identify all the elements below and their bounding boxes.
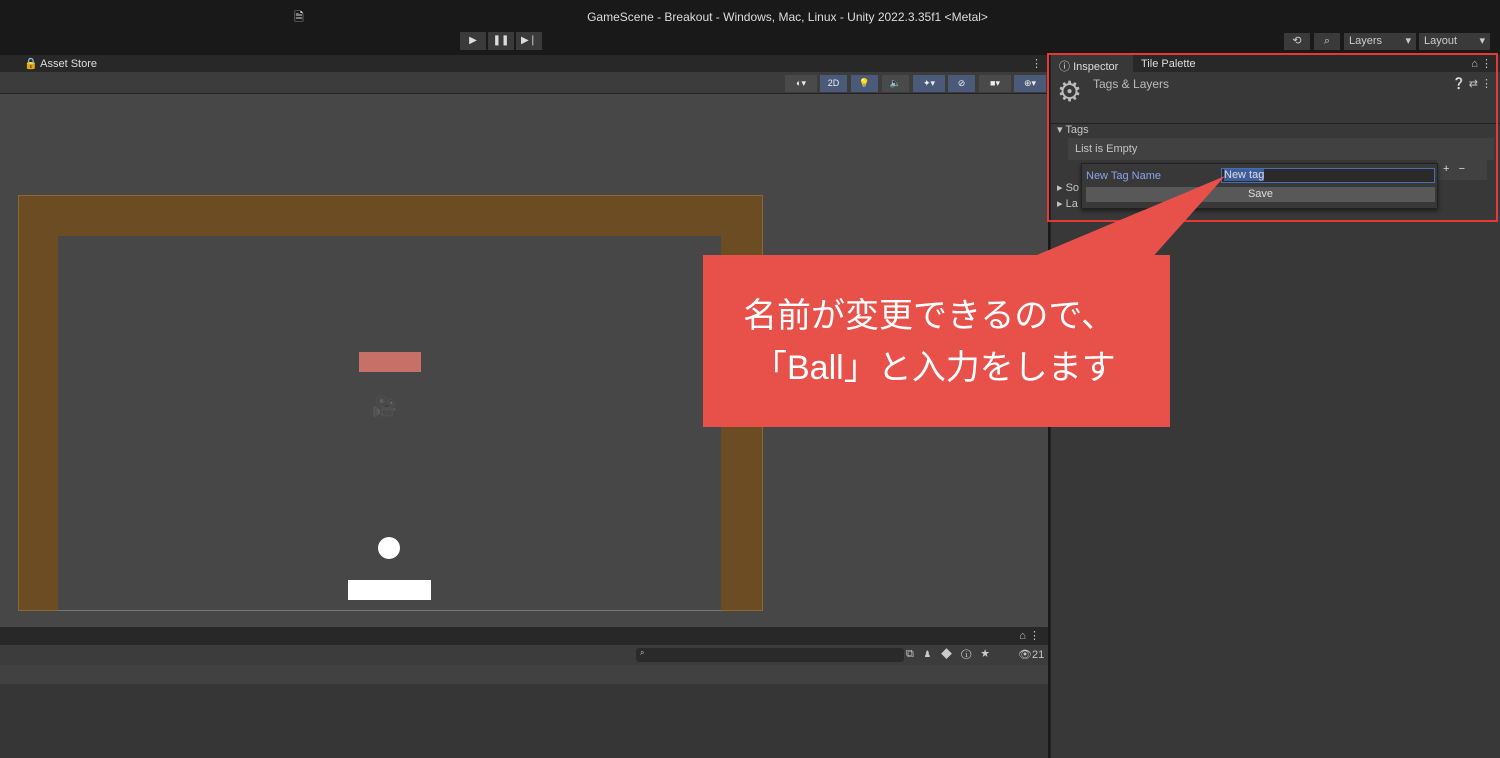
callout-box: 名前が変更できるので、 「Ball」と入力をします (703, 255, 1170, 427)
